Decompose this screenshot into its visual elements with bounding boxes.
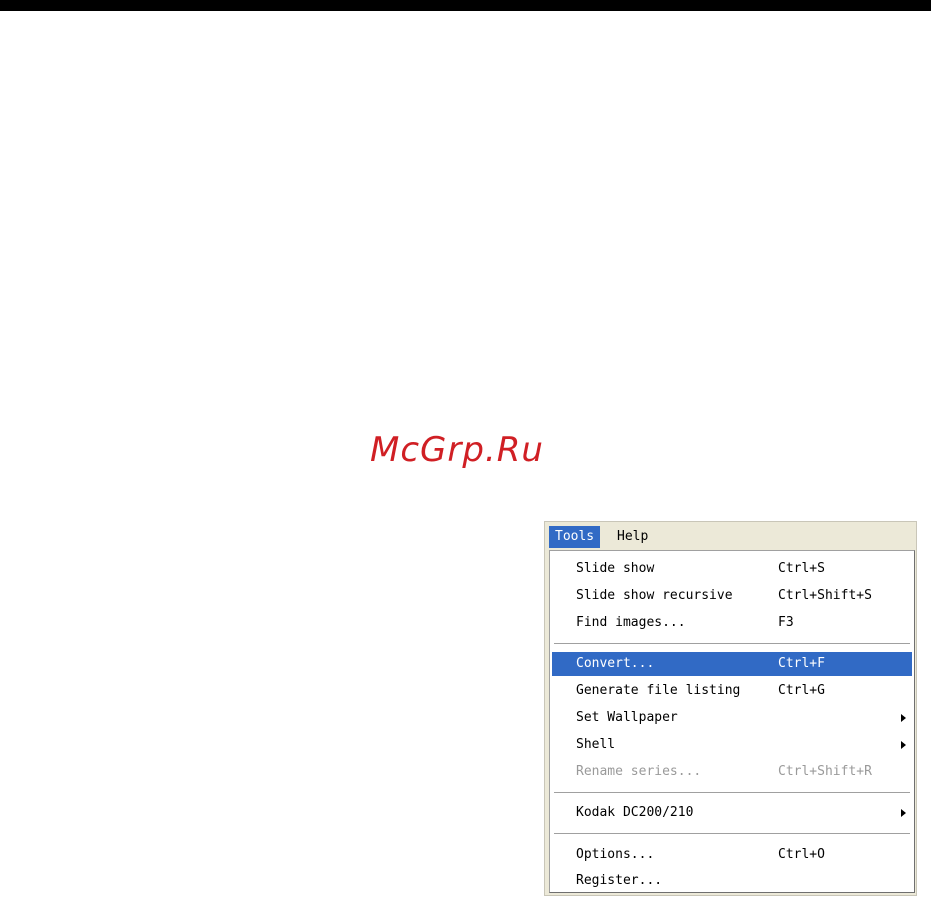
menu-item-shortcut: Ctrl+Shift+R [778, 764, 872, 779]
menu-item-kodak[interactable]: Kodak DC200/210 [552, 801, 912, 825]
menu-item-shortcut: F3 [778, 615, 794, 630]
menu-item-label: Kodak DC200/210 [576, 805, 694, 820]
menu-item-options[interactable]: Options... Ctrl+O [552, 843, 912, 867]
menu-item-label: Set Wallpaper [576, 710, 678, 725]
menu-item-set-wallpaper[interactable]: Set Wallpaper [552, 706, 912, 730]
menu-item-shortcut: Ctrl+O [778, 847, 825, 862]
menu-item-convert[interactable]: Convert... Ctrl+F [552, 652, 912, 676]
menu-separator [554, 833, 910, 835]
menu-item-label: Convert... [576, 656, 655, 671]
menu-item-label: Slide show recursive [576, 588, 733, 603]
tools-dropdown-menu: Slide show Ctrl+S Slide show recursive C… [549, 550, 915, 893]
menu-item-find-images[interactable]: Find images... F3 [552, 611, 912, 635]
menu-item-shell[interactable]: Shell [552, 733, 912, 757]
menu-item-shortcut: Ctrl+F [778, 656, 825, 671]
menu-bar: Tools Help [545, 522, 916, 550]
menu-item-shortcut: Ctrl+G [778, 683, 825, 698]
menu-item-shortcut: Ctrl+S [778, 561, 825, 576]
menu-item-shortcut: Ctrl+Shift+S [778, 588, 872, 603]
chevron-right-icon [901, 809, 906, 817]
menu-separator [554, 792, 910, 794]
menu-item-rename-series: Rename series... Ctrl+Shift+R [552, 760, 912, 784]
chevron-right-icon [901, 741, 906, 749]
menu-screenshot: Tools Help Slide show Ctrl+S Slide show … [544, 521, 917, 896]
menu-item-label: Rename series... [576, 764, 702, 779]
menu-item-label: Slide show [576, 561, 655, 576]
menu-item-label: Shell [576, 737, 616, 752]
chevron-right-icon [901, 714, 906, 722]
menu-item-label: Options... [576, 847, 655, 862]
menu-item-register[interactable]: Register... [552, 869, 912, 893]
top-black-bar [0, 0, 931, 11]
menu-help[interactable]: Help [611, 526, 654, 548]
menu-item-label: Generate file listing [576, 683, 741, 698]
menu-item-label: Find images... [576, 615, 686, 630]
menu-item-slide-show-recursive[interactable]: Slide show recursive Ctrl+Shift+S [552, 584, 912, 608]
menu-separator [554, 643, 910, 645]
menu-tools[interactable]: Tools [549, 526, 601, 548]
menu-item-label: Register... [576, 873, 663, 888]
menu-item-generate-file-listing[interactable]: Generate file listing Ctrl+G [552, 679, 912, 703]
menu-item-slide-show[interactable]: Slide show Ctrl+S [552, 557, 912, 581]
watermark-text: McGrp.Ru [370, 430, 544, 470]
